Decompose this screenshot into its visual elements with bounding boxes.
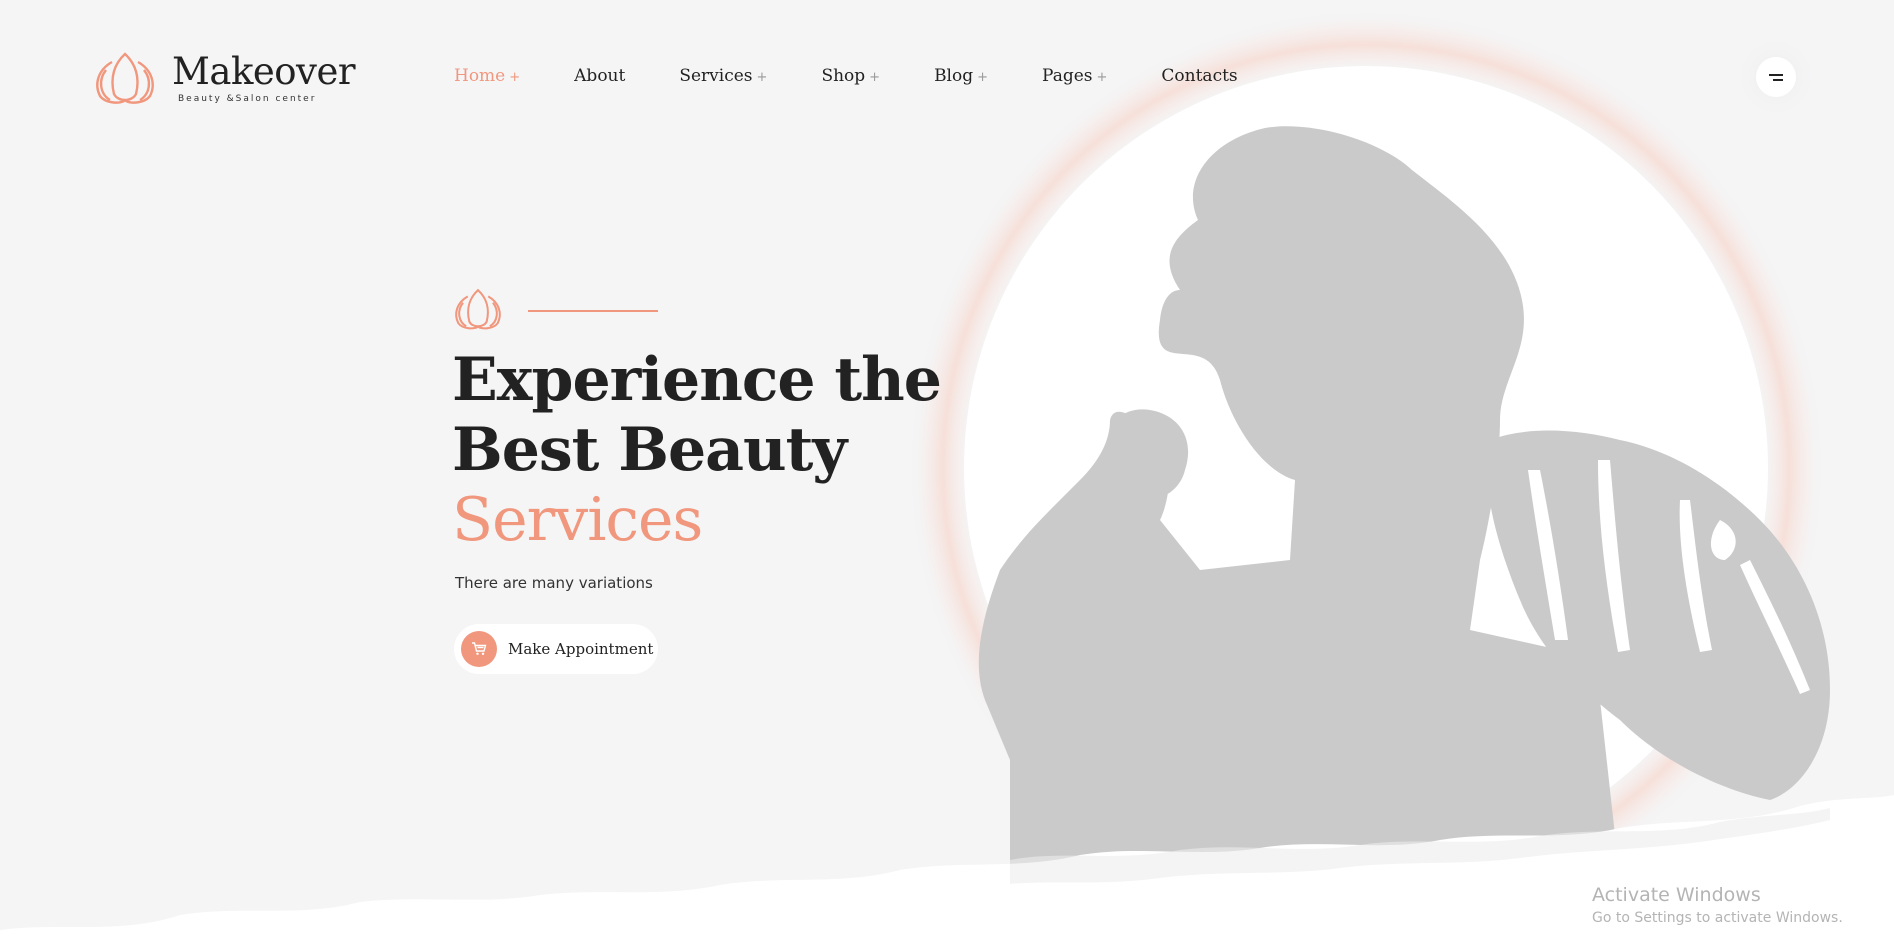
main-nav: Home + About Services + Shop + Blog + Pages +… (454, 66, 1292, 86)
nav-item-contacts[interactable]: Contacts (1161, 66, 1237, 86)
page: Makeover Beauty &Salon center Home + Abou… (0, 0, 1894, 946)
nav-label: Pages (1042, 66, 1093, 86)
nav-label: About (574, 66, 626, 86)
nav-item-pages[interactable]: Pages + (1042, 66, 1107, 86)
nav-item-about[interactable]: About (574, 66, 625, 86)
brand-name: Makeover (172, 49, 356, 93)
menu-line (1773, 78, 1783, 81)
hero-subtitle: There are many variations (455, 574, 653, 592)
brand-tagline: Beauty &Salon center (178, 93, 317, 104)
nav-item-home[interactable]: Home + (454, 66, 520, 86)
hero-title-line1: Experience the (452, 345, 942, 415)
nav-label: Services (679, 66, 753, 86)
nav-label: Blog (934, 66, 974, 86)
plus-icon: + (1096, 70, 1108, 85)
plus-icon: + (756, 70, 768, 85)
nav-label: Shop (821, 66, 866, 86)
lotus-icon (455, 288, 501, 330)
nav-item-services[interactable]: Services + (679, 66, 767, 86)
divider-line (528, 310, 658, 312)
nav-item-shop[interactable]: Shop + (821, 66, 880, 86)
plus-icon: + (509, 70, 521, 85)
hero-title-line2: Best Beauty (452, 415, 847, 485)
nav-item-blog[interactable]: Blog + (934, 66, 988, 86)
make-appointment-button[interactable]: Make Appointment (454, 624, 658, 674)
lotus-logo-icon (96, 52, 154, 104)
hero-title-accent: Services (452, 485, 703, 555)
cart-icon (461, 631, 497, 667)
hero-title: Experience the Best Beauty Services (452, 345, 942, 555)
site-logo[interactable]: Makeover Beauty &Salon center (92, 49, 356, 106)
hero-image (0, 8, 1894, 946)
nav-label: Contacts (1161, 66, 1238, 86)
menu-line (1769, 73, 1783, 76)
plus-icon: + (977, 70, 989, 85)
plus-icon: + (869, 70, 881, 85)
hamburger-menu-icon[interactable] (1756, 57, 1796, 97)
watermark-title: Activate Windows (1592, 884, 1761, 906)
cta-label: Make Appointment (508, 640, 654, 658)
nav-label: Home (454, 66, 506, 86)
activate-windows-watermark: Activate Windows Go to Settings to activ… (1592, 884, 1843, 926)
watermark-subtitle: Go to Settings to activate Windows. (1592, 910, 1843, 926)
